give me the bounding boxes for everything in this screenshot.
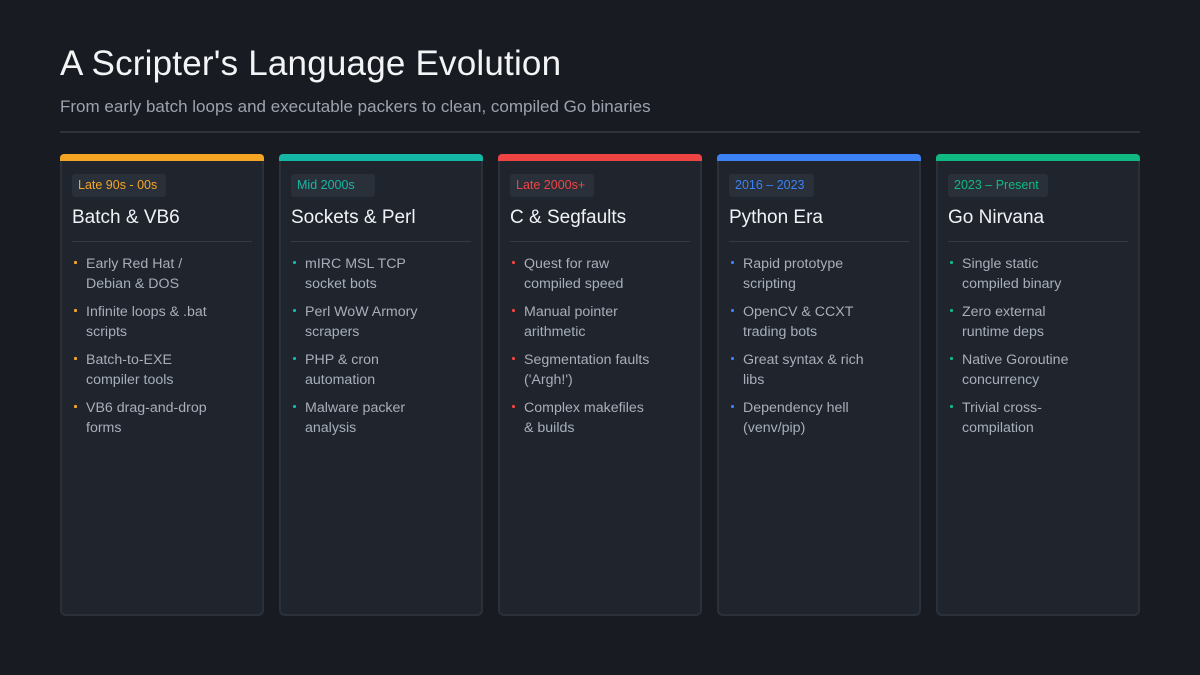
list-item: Zero external runtime deps xyxy=(948,302,1128,342)
list-item: Complex makefiles & builds xyxy=(510,398,690,438)
bullet-icon xyxy=(74,309,77,312)
card-accent-bar xyxy=(60,154,264,161)
list-item-text: VB6 drag-and-drop forms xyxy=(86,400,207,436)
bullet-icon xyxy=(293,261,296,264)
list-item-text: Early Red Hat / Debian & DOS xyxy=(86,256,183,292)
bullet-icon xyxy=(74,357,77,360)
card-title: Go Nirvana xyxy=(948,206,1128,242)
bullet-icon xyxy=(512,405,515,408)
list-item-text: Native Goroutine concurrency xyxy=(962,352,1069,388)
list-item: Manual pointer arithmetic xyxy=(510,302,690,342)
era-badge: Late 90s - 00s xyxy=(72,174,167,197)
list-item-text: Malware packer analysis xyxy=(305,400,406,436)
era-badge: Mid 2000s xyxy=(291,174,375,197)
bullet-icon xyxy=(731,405,734,408)
bullet-icon xyxy=(950,357,953,360)
list-item: Great syntax & rich libs xyxy=(729,350,909,390)
slide: A Scripter's Language Evolution From ear… xyxy=(0,0,1200,675)
bullet-icon xyxy=(293,309,296,312)
list-item: Quest for raw compiled speed xyxy=(510,254,690,294)
list-item: Infinite loops & .bat scripts xyxy=(72,302,252,342)
page-subtitle: From early batch loops and executable pa… xyxy=(60,97,651,116)
list-item: Perl WoW Armory scrapers xyxy=(291,302,471,342)
card-item-list: Single static compiled binary Zero extern… xyxy=(948,242,1128,438)
list-item: OpenCV & CCXT trading bots xyxy=(729,302,909,342)
list-item: PHP & cron automation xyxy=(291,350,471,390)
list-item-text: Complex makefiles & builds xyxy=(524,400,644,436)
list-item-text: Dependency hell (venv/pip) xyxy=(743,400,849,436)
era-card: Mid 2000s Sockets & Perl mIRC MSL TCP sock… xyxy=(279,154,483,616)
era-card: 2023 – Present Go Nirvana Single static co… xyxy=(936,154,1140,616)
card-title: Python Era xyxy=(729,206,909,242)
era-card: Late 90s - 00s Batch & VB6 Early Red Hat /… xyxy=(60,154,264,616)
era-card: Late 2000s+ C & Segfaults Quest for raw co… xyxy=(498,154,702,616)
list-item: Segmentation faults ('Argh!') xyxy=(510,350,690,390)
bullet-icon xyxy=(950,261,953,264)
card-accent-bar xyxy=(717,154,921,161)
timeline-cards: Late 90s - 00s Batch & VB6 Early Red Hat /… xyxy=(60,154,1140,616)
list-item: Rapid prototype scripting xyxy=(729,254,909,294)
bullet-icon xyxy=(731,357,734,360)
card-accent-bar xyxy=(498,154,702,161)
list-item-text: Perl WoW Armory scrapers xyxy=(305,304,418,340)
list-item-text: Manual pointer arithmetic xyxy=(524,304,618,340)
list-item: VB6 drag-and-drop forms xyxy=(72,398,252,438)
list-item: Batch-to-EXE compiler tools xyxy=(72,350,252,390)
list-item: Native Goroutine concurrency xyxy=(948,350,1128,390)
card-title: Batch & VB6 xyxy=(72,206,252,242)
bullet-icon xyxy=(731,261,734,264)
list-item-text: Great syntax & rich libs xyxy=(743,352,864,388)
card-accent-bar xyxy=(279,154,483,161)
list-item: Early Red Hat / Debian & DOS xyxy=(72,254,252,294)
era-badge: 2023 – Present xyxy=(948,174,1048,197)
bullet-icon xyxy=(950,405,953,408)
list-item: mIRC MSL TCP socket bots xyxy=(291,254,471,294)
era-badge: Late 2000s+ xyxy=(510,174,595,197)
bullet-icon xyxy=(512,357,515,360)
list-item-text: OpenCV & CCXT trading bots xyxy=(743,304,854,340)
bullet-icon xyxy=(74,261,77,264)
card-title: C & Segfaults xyxy=(510,206,690,242)
bullet-icon xyxy=(512,309,515,312)
list-item: Trivial cross-compilation xyxy=(948,398,1128,438)
list-item-text: Zero external runtime deps xyxy=(962,304,1046,340)
bullet-icon xyxy=(950,309,953,312)
list-item: Single static compiled binary xyxy=(948,254,1128,294)
list-item-text: Single static compiled binary xyxy=(962,256,1062,292)
card-accent-bar xyxy=(936,154,1140,161)
list-item: Malware packer analysis xyxy=(291,398,471,438)
card-item-list: Quest for raw compiled speed Manual point… xyxy=(510,242,690,438)
bullet-icon xyxy=(293,357,296,360)
card-title: Sockets & Perl xyxy=(291,206,471,242)
list-item-text: PHP & cron automation xyxy=(305,352,379,388)
card-item-list: Rapid prototype scripting OpenCV & CCXT t… xyxy=(729,242,909,438)
list-item-text: Infinite loops & .bat scripts xyxy=(86,304,207,340)
bullet-icon xyxy=(512,261,515,264)
era-card: 2016 – 2023 Python Era Rapid prototype scr… xyxy=(717,154,921,616)
list-item: Dependency hell (venv/pip) xyxy=(729,398,909,438)
card-item-list: mIRC MSL TCP socket bots Perl WoW Armory … xyxy=(291,242,471,438)
list-item-text: Quest for raw compiled speed xyxy=(524,256,624,292)
era-badge: 2016 – 2023 xyxy=(729,174,814,197)
bullet-icon xyxy=(293,405,296,408)
card-item-list: Early Red Hat / Debian & DOS Infinite loo… xyxy=(72,242,252,438)
list-item-text: mIRC MSL TCP socket bots xyxy=(305,256,406,292)
list-item-text: Segmentation faults ('Argh!') xyxy=(524,352,650,388)
page-title: A Scripter's Language Evolution xyxy=(60,44,562,83)
bullet-icon xyxy=(731,309,734,312)
list-item-text: Trivial cross-compilation xyxy=(962,400,1042,436)
bullet-icon xyxy=(74,405,77,408)
list-item-text: Rapid prototype scripting xyxy=(743,256,844,292)
list-item-text: Batch-to-EXE compiler tools xyxy=(86,352,174,388)
header-divider xyxy=(60,131,1140,133)
